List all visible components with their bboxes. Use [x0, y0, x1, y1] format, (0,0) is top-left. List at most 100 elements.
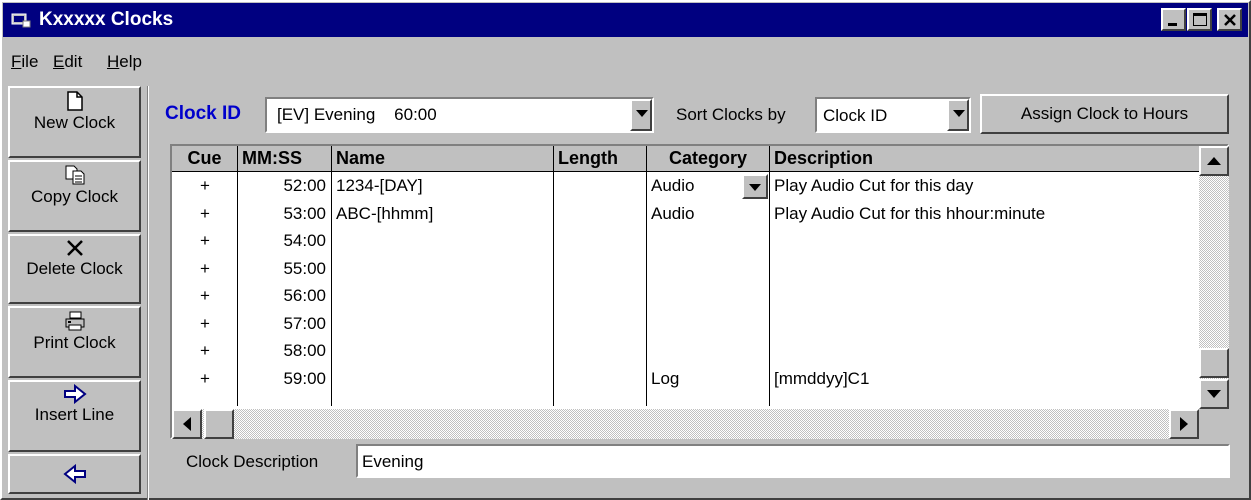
- cell-name[interactable]: ABC-[hhmm]: [336, 200, 550, 227]
- table-row[interactable]: +54:00: [172, 227, 1199, 254]
- clock-description-label: Clock Description: [186, 452, 319, 471]
- cell-time[interactable]: 58:00: [238, 337, 326, 364]
- clock-description-value: Evening: [362, 452, 424, 471]
- maximize-icon: [1193, 13, 1207, 26]
- cell-cue[interactable]: +: [172, 365, 238, 392]
- cell-cue[interactable]: +: [172, 337, 238, 364]
- cell-time[interactable]: 52:00: [238, 172, 326, 199]
- cell-category[interactable]: Audio: [651, 200, 741, 227]
- table-row[interactable]: +57:00: [172, 310, 1199, 337]
- minimize-button[interactable]: [1161, 8, 1186, 31]
- new-clock-label: New Clock: [33, 113, 116, 132]
- menu-help[interactable]: Help: [107, 52, 142, 72]
- title-bar[interactable]: Kxxxxx Clocks: [3, 3, 1248, 37]
- cell-time[interactable]: 56:00: [238, 282, 326, 309]
- arrow-left-icon: [62, 464, 86, 484]
- scroll-right-button[interactable]: [1169, 409, 1199, 439]
- chevron-down-icon[interactable]: [630, 99, 652, 131]
- cell-time[interactable]: 59:00: [238, 365, 326, 392]
- cell-time[interactable]: 53:00: [238, 200, 326, 227]
- scroll-up-button[interactable]: [1199, 146, 1229, 176]
- cell-cue[interactable]: +: [172, 172, 238, 199]
- column-header-time[interactable]: MM:SS: [238, 146, 332, 172]
- table-row[interactable]: +52:00 1234-[DAY] Audio Play Audio Cut for …: [172, 172, 1199, 199]
- sort-dropdown[interactable]: Clock ID: [815, 97, 971, 133]
- table-row[interactable]: +53:00 ABC-[hhmm] Audio Play Audio Cut for …: [172, 200, 1199, 227]
- clock-description-input[interactable]: Evening: [356, 444, 1230, 478]
- menu-help-accel: H: [107, 52, 120, 71]
- app-icon: [11, 13, 31, 28]
- menu-bar: File Edit Help: [3, 38, 1248, 84]
- scroll-thumb[interactable]: [1199, 348, 1229, 378]
- menu-file-accel: F: [11, 52, 22, 71]
- minimize-icon: [1168, 23, 1177, 26]
- table-row[interactable]: +59:00 Log [mmddyy]C1: [172, 365, 1199, 392]
- grid-body: Cue MM:SS Name Length Category Descripti…: [172, 146, 1199, 406]
- print-clock-button[interactable]: Print Clock: [8, 306, 141, 378]
- print-clock-label: Print Clock: [33, 333, 116, 352]
- cell-name[interactable]: 1234-[DAY]: [336, 172, 550, 199]
- copy-clock-button[interactable]: Copy Clock: [8, 160, 141, 232]
- chevron-down-icon[interactable]: [947, 99, 969, 131]
- cell-cue[interactable]: +: [172, 255, 238, 282]
- toolbar-separator: [147, 86, 149, 500]
- column-header-category[interactable]: Category: [647, 146, 770, 172]
- triangle-up-icon: [1207, 157, 1221, 165]
- menu-file-label: ile: [21, 52, 39, 71]
- cell-cue[interactable]: +: [172, 227, 238, 254]
- close-icon: [1224, 14, 1236, 26]
- scroll-left-button[interactable]: [172, 409, 202, 439]
- sort-label: Sort Clocks by: [676, 105, 786, 124]
- scroll-corner: [1199, 409, 1229, 439]
- insert-line-button[interactable]: Insert Line: [8, 380, 141, 452]
- chevron-down-icon: [749, 184, 761, 191]
- cell-time[interactable]: 54:00: [238, 227, 326, 254]
- printer-icon: [65, 311, 84, 331]
- remove-line-button[interactable]: [8, 454, 141, 494]
- menu-help-label: elp: [119, 52, 142, 71]
- table-row[interactable]: +56:00: [172, 282, 1199, 309]
- assign-clock-button[interactable]: Assign Clock to Hours: [980, 94, 1229, 134]
- table-row[interactable]: +55:00: [172, 255, 1199, 282]
- cell-category[interactable]: Audio: [651, 172, 741, 199]
- vertical-scrollbar[interactable]: [1199, 146, 1229, 409]
- copy-icon: [65, 165, 84, 185]
- copy-clock-label: Copy Clock: [31, 187, 118, 206]
- clock-grid[interactable]: Cue MM:SS Name Length Category Descripti…: [170, 144, 1229, 439]
- delete-clock-label: Delete Clock: [26, 259, 123, 278]
- column-header-cue[interactable]: Cue: [172, 146, 238, 172]
- cell-description[interactable]: Play Audio Cut for this hhour:minute: [774, 200, 1194, 227]
- sort-value: Clock ID: [823, 106, 888, 125]
- horizontal-scrollbar[interactable]: [172, 409, 1199, 439]
- scroll-down-button[interactable]: [1199, 379, 1229, 409]
- cell-description[interactable]: Play Audio Cut for this day: [774, 172, 1194, 199]
- clock-id-dropdown[interactable]: [EV] Evening 60:00: [265, 97, 654, 133]
- delete-clock-button[interactable]: Delete Clock: [8, 234, 141, 304]
- column-header-length[interactable]: Length: [554, 146, 647, 172]
- delete-x-icon: [66, 240, 83, 256]
- category-dropdown-button[interactable]: [742, 174, 768, 199]
- table-row[interactable]: +58:00: [172, 337, 1199, 364]
- cell-time[interactable]: 55:00: [238, 255, 326, 282]
- new-document-icon: [66, 91, 83, 111]
- menu-edit-accel: E: [53, 52, 65, 71]
- cell-cue[interactable]: +: [172, 282, 238, 309]
- arrow-right-icon: [63, 384, 87, 404]
- clock-id-value: [EV] Evening 60:00: [277, 105, 437, 124]
- new-clock-button[interactable]: New Clock: [8, 86, 141, 158]
- cell-time[interactable]: 57:00: [238, 310, 326, 337]
- menu-file[interactable]: File: [11, 52, 38, 72]
- close-button[interactable]: [1217, 8, 1242, 31]
- menu-edit[interactable]: Edit: [53, 52, 82, 72]
- maximize-button[interactable]: [1187, 8, 1212, 31]
- cell-description[interactable]: [mmddyy]C1: [774, 365, 1194, 392]
- column-header-description[interactable]: Description: [770, 146, 1199, 172]
- triangle-left-icon: [183, 417, 191, 431]
- cell-category[interactable]: Log: [651, 365, 741, 392]
- column-header-name[interactable]: Name: [332, 146, 554, 172]
- hscroll-thumb[interactable]: [204, 409, 234, 439]
- cell-cue[interactable]: +: [172, 200, 238, 227]
- cell-cue[interactable]: +: [172, 310, 238, 337]
- triangle-down-icon: [1207, 390, 1221, 398]
- triangle-right-icon: [1180, 417, 1188, 431]
